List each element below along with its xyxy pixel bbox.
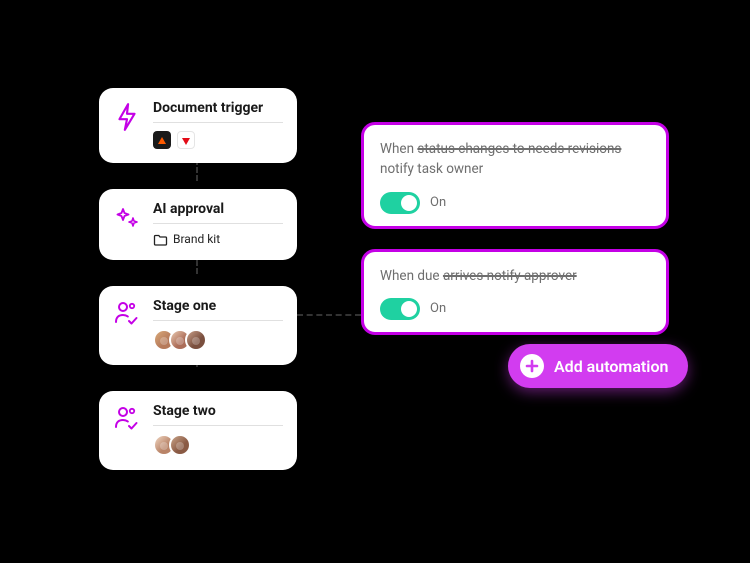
avatar-row <box>153 434 283 456</box>
folder-row: Brand kit <box>153 232 283 246</box>
automation-column: When status changes to needs revisions n… <box>361 122 669 355</box>
avatar <box>185 329 207 351</box>
folder-label: Brand kit <box>173 232 220 246</box>
automation-description: When status changes to needs revisions n… <box>380 139 650 180</box>
toggle-row: On <box>380 192 650 214</box>
automation-description: When due arrives notify approver <box>380 266 650 286</box>
toggle-switch[interactable] <box>380 298 420 320</box>
stage-card-stage-one[interactable]: Stage one <box>99 286 297 365</box>
person-check-icon <box>113 300 141 328</box>
folder-icon <box>153 233 167 245</box>
stage-card-ai-approval[interactable]: AI approval Brand kit <box>99 189 297 260</box>
app-badge-b-icon <box>177 131 195 149</box>
plus-icon <box>520 354 544 378</box>
avatar-row <box>153 329 283 351</box>
add-automation-button[interactable]: Add automation <box>508 344 688 388</box>
add-automation-label: Add automation <box>554 357 668 376</box>
avatar <box>169 434 191 456</box>
toggle-switch[interactable] <box>380 192 420 214</box>
stage-title: Stage two <box>153 403 283 426</box>
workflow-stage-column: Document trigger AI approval Bra <box>99 88 297 496</box>
person-check-icon <box>113 405 141 433</box>
stage-title: AI approval <box>153 201 283 224</box>
toggle-row: On <box>380 298 650 320</box>
connector-horizontal <box>297 314 361 316</box>
stage-card-stage-two[interactable]: Stage two <box>99 391 297 470</box>
stage-title: Stage one <box>153 298 283 321</box>
automation-card[interactable]: When due arrives notify approver On <box>361 249 669 335</box>
sparkle-icon <box>113 203 141 231</box>
automation-card[interactable]: When status changes to needs revisions n… <box>361 122 669 229</box>
toggle-label: On <box>430 301 446 316</box>
app-badges-row <box>153 131 283 149</box>
stage-card-document-trigger[interactable]: Document trigger <box>99 88 297 163</box>
stage-title: Document trigger <box>153 100 283 123</box>
toggle-label: On <box>430 195 446 210</box>
app-badge-a-icon <box>153 131 171 149</box>
lightning-icon <box>113 102 141 130</box>
